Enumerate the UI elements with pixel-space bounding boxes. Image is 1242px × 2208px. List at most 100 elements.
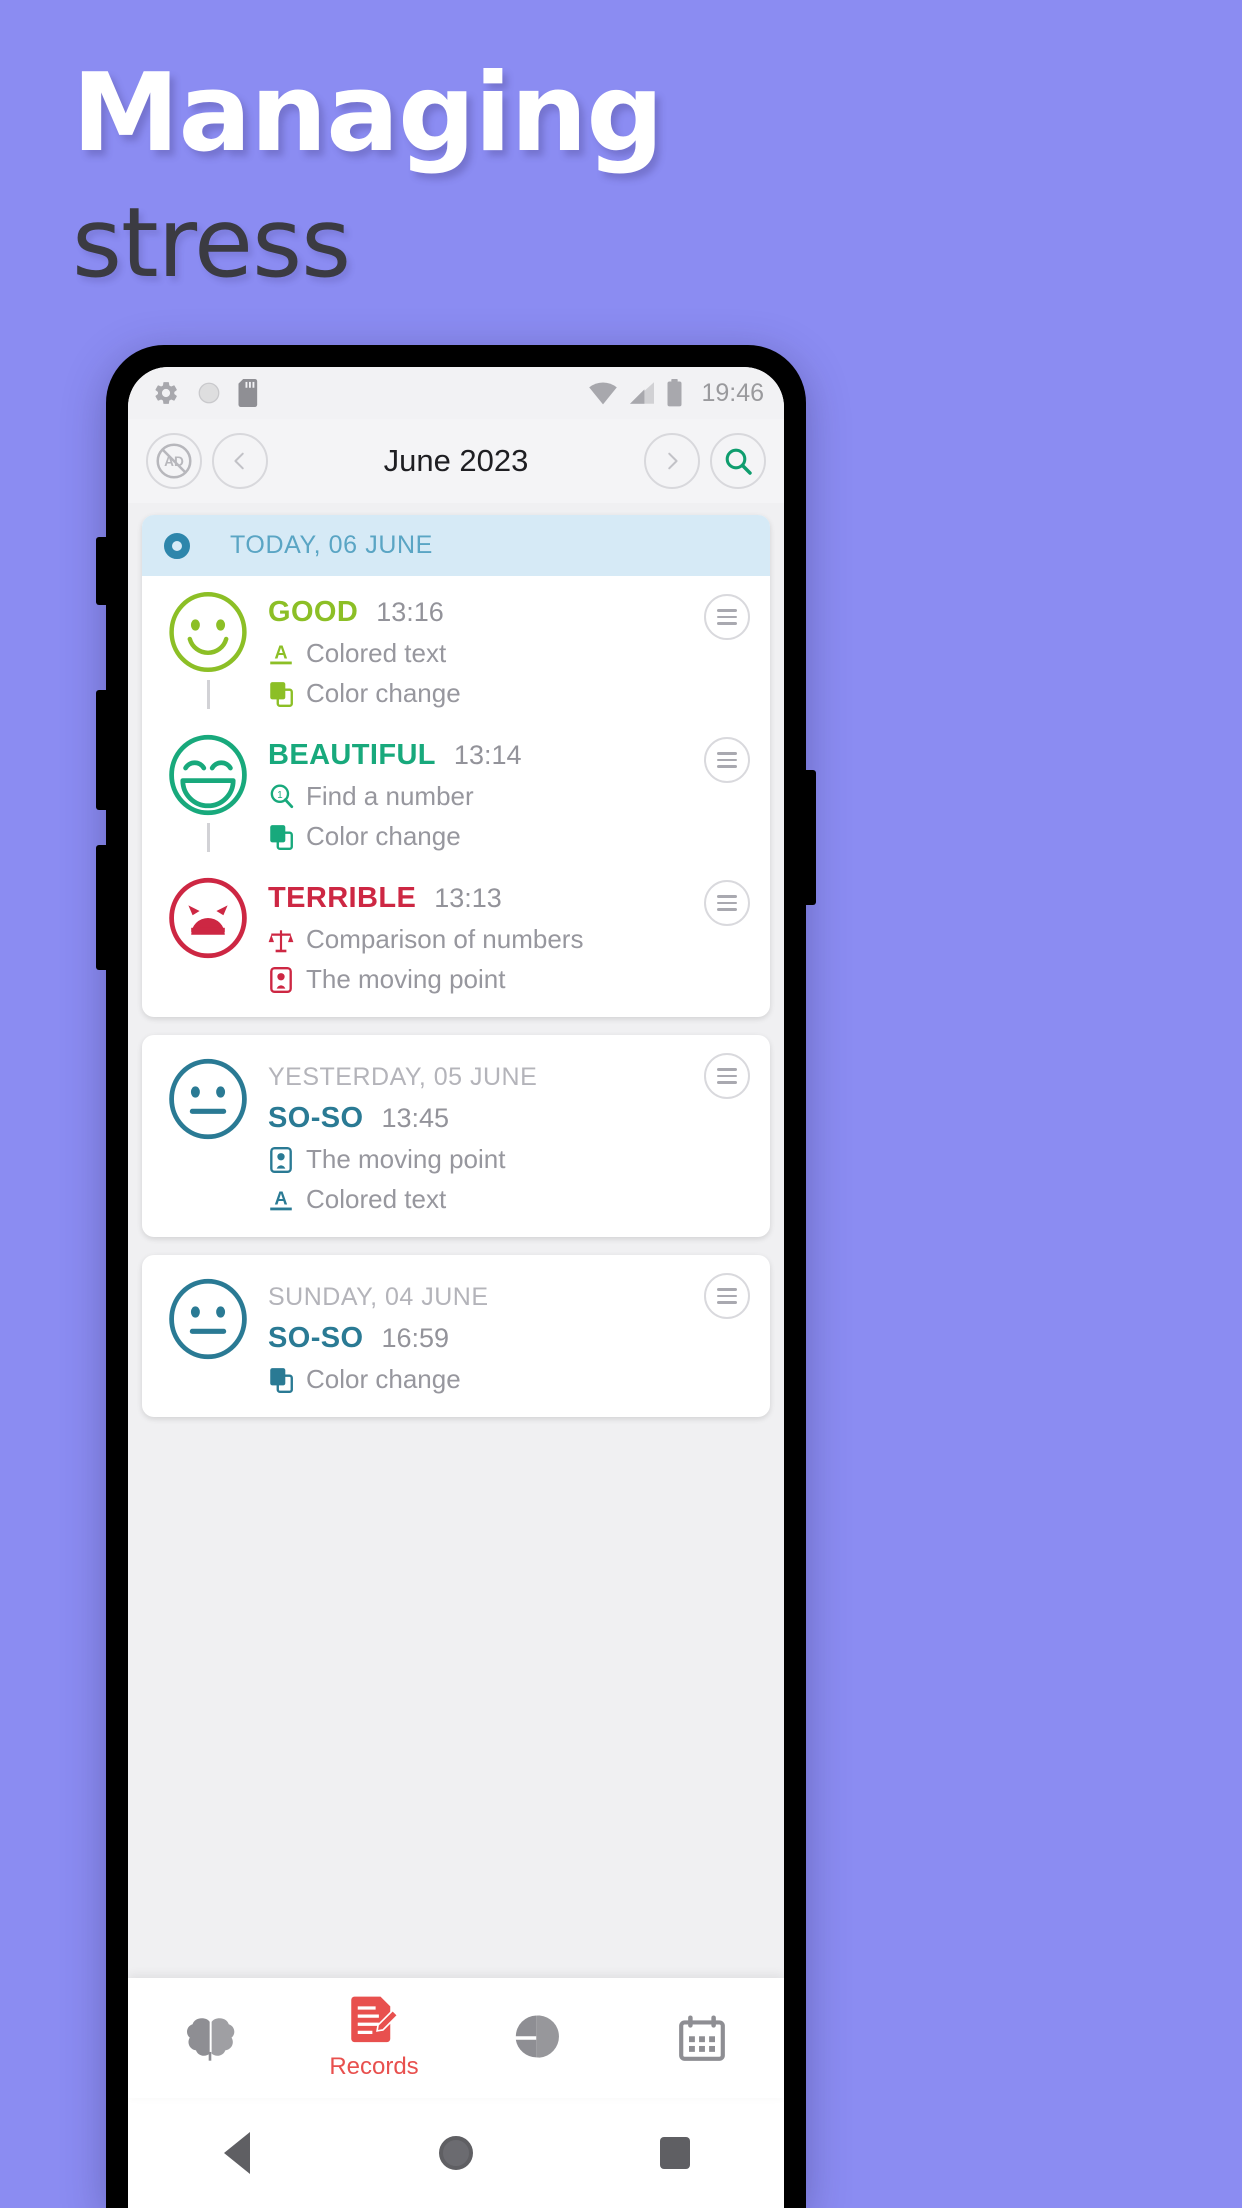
back-triangle-icon xyxy=(224,2132,251,2174)
today-banner[interactable]: TODAY, 06 JUNE xyxy=(142,515,770,576)
search-button[interactable] xyxy=(710,433,766,489)
mood-face-column xyxy=(162,876,254,995)
promo-headline: Managing stress xyxy=(72,51,972,298)
record-body: SUNDAY, 04 JUNE SO-SO 16:59 Color change xyxy=(254,1277,750,1395)
color-change-icon xyxy=(270,824,293,850)
chevron-left-icon xyxy=(234,452,244,470)
ad-block-icon: AD xyxy=(156,443,192,479)
record-body: TERRIBLE 13:13 Comparison of numbers The… xyxy=(254,876,750,995)
records-list[interactable]: TODAY, 06 JUNE GOOD 13:16 A Colored text… xyxy=(128,503,784,1978)
phone-volume-up-button xyxy=(96,690,108,810)
menu-line xyxy=(717,908,737,911)
day-card-date: SUNDAY, 04 JUNE xyxy=(268,1283,489,1311)
record-entry[interactable]: SUNDAY, 04 JUNE SO-SO 16:59 Color change xyxy=(142,1255,770,1417)
record-menu-button[interactable] xyxy=(704,1053,750,1099)
mood-face-column xyxy=(162,733,254,852)
record-entry[interactable]: GOOD 13:16 A Colored text Color change xyxy=(142,576,770,719)
record-body: GOOD 13:16 A Colored text Color change xyxy=(254,590,750,709)
menu-line xyxy=(717,901,737,905)
next-month-button[interactable] xyxy=(644,433,700,489)
record-tag[interactable]: Color change xyxy=(268,821,750,852)
nav-tab-calendar[interactable] xyxy=(620,2012,784,2064)
record-time: 13:45 xyxy=(381,1103,450,1133)
record-tag-label: Color change xyxy=(306,821,461,851)
record-tag[interactable]: The moving point xyxy=(268,964,750,995)
record-menu-button[interactable] xyxy=(704,880,750,926)
day-card-date: YESTERDAY, 05 JUNE xyxy=(268,1063,538,1091)
svg-text:A: A xyxy=(274,641,287,662)
record-head: SO-SO 13:45 xyxy=(268,1102,750,1135)
record-tag[interactable]: Comparison of numbers xyxy=(268,924,750,955)
entry-connector xyxy=(206,680,210,709)
record-time: 13:13 xyxy=(434,883,502,913)
status-bar-right-icons: 19:46 xyxy=(588,379,764,408)
record-entry[interactable]: TERRIBLE 13:13 Comparison of numbers The… xyxy=(142,862,770,1017)
the-moving-point-icon xyxy=(270,1146,292,1173)
chevron-right-icon xyxy=(668,452,678,470)
record-entry[interactable]: BEAUTIFUL 13:14 1 Find a number Color ch… xyxy=(142,719,770,862)
record-time: 13:14 xyxy=(453,740,522,770)
page-title: June 2023 xyxy=(383,443,529,478)
color-change-icon xyxy=(270,681,293,707)
ad-block-button[interactable]: AD xyxy=(146,433,202,489)
nav-tab-brain[interactable] xyxy=(128,2015,292,2061)
record-head: TERRIBLE 13:13 xyxy=(268,882,750,915)
today-ring-icon xyxy=(164,532,190,559)
menu-line xyxy=(717,752,737,755)
record-tag[interactable]: Color change xyxy=(268,1364,750,1395)
phone-screen: 19:46 AD June 2023 TODAY, 06 JUNE GOOD 1… xyxy=(128,367,784,2208)
android-navigation-bar xyxy=(128,2098,784,2208)
record-tag[interactable]: 1 Find a number xyxy=(268,781,750,812)
phone-frame: 19:46 AD June 2023 TODAY, 06 JUNE GOOD 1… xyxy=(96,345,816,2208)
signal-icon xyxy=(630,382,655,404)
mood-face-column xyxy=(162,590,254,709)
bottom-navigation: Records xyxy=(128,1978,784,2098)
prev-month-button[interactable] xyxy=(212,433,268,489)
colored-text-icon: A xyxy=(270,641,292,664)
mood-label: SO-SO xyxy=(268,1322,364,1354)
menu-line xyxy=(717,615,737,619)
color-change-icon xyxy=(270,1367,293,1393)
android-recents-button[interactable] xyxy=(565,2137,784,2169)
smile-face-icon xyxy=(169,591,247,673)
record-tag-label: Colored text xyxy=(306,638,447,668)
phone-volume-down-button xyxy=(96,845,108,970)
entry-connector xyxy=(206,823,210,852)
phone-power-button xyxy=(804,770,816,905)
mood-label: BEAUTIFUL xyxy=(268,739,436,771)
status-bar: 19:46 xyxy=(128,367,784,419)
today-label: TODAY, 06 JUNE xyxy=(230,531,433,559)
app-toolbar: AD June 2023 xyxy=(128,419,784,503)
menu-line xyxy=(717,1081,737,1084)
android-home-button[interactable] xyxy=(347,2136,566,2170)
svg-text:1: 1 xyxy=(277,790,282,801)
laugh-face-icon xyxy=(169,734,247,816)
nav-tab-statistics[interactable] xyxy=(456,2012,620,2064)
record-menu-button[interactable] xyxy=(704,1273,750,1319)
record-menu-button[interactable] xyxy=(704,737,750,783)
nav-tab-records[interactable]: Records xyxy=(292,1995,456,2081)
record-menu-button[interactable] xyxy=(704,594,750,640)
menu-line xyxy=(717,765,737,768)
record-tag-label: Find a number xyxy=(306,781,474,811)
pie-chart-icon xyxy=(515,2015,559,2058)
record-tag[interactable]: A Colored text xyxy=(268,1184,750,1215)
menu-line xyxy=(717,622,737,625)
record-head: SO-SO 16:59 xyxy=(268,1322,750,1355)
promo-headline-line1: Managing xyxy=(72,51,664,176)
search-icon xyxy=(725,448,752,475)
record-tag[interactable]: The moving point xyxy=(268,1144,750,1175)
record-tag[interactable]: A Colored text xyxy=(268,638,750,669)
nav-label: Records xyxy=(329,2053,419,2080)
record-entry[interactable]: YESTERDAY, 05 JUNE SO-SO 13:45 The movin… xyxy=(142,1035,770,1237)
record-tag-label: Color change xyxy=(306,678,461,708)
menu-line xyxy=(717,1074,737,1078)
record-tag[interactable]: Color change xyxy=(268,678,750,709)
android-back-button[interactable] xyxy=(128,2132,347,2174)
wifi-icon xyxy=(589,382,618,405)
phone-mockup: 19:46 AD June 2023 TODAY, 06 JUNE GOOD 1… xyxy=(96,345,816,2208)
recents-square-icon xyxy=(659,2137,690,2169)
gear-icon xyxy=(155,382,177,404)
record-tag-label: The moving point xyxy=(306,1144,506,1174)
menu-line xyxy=(717,1294,737,1298)
